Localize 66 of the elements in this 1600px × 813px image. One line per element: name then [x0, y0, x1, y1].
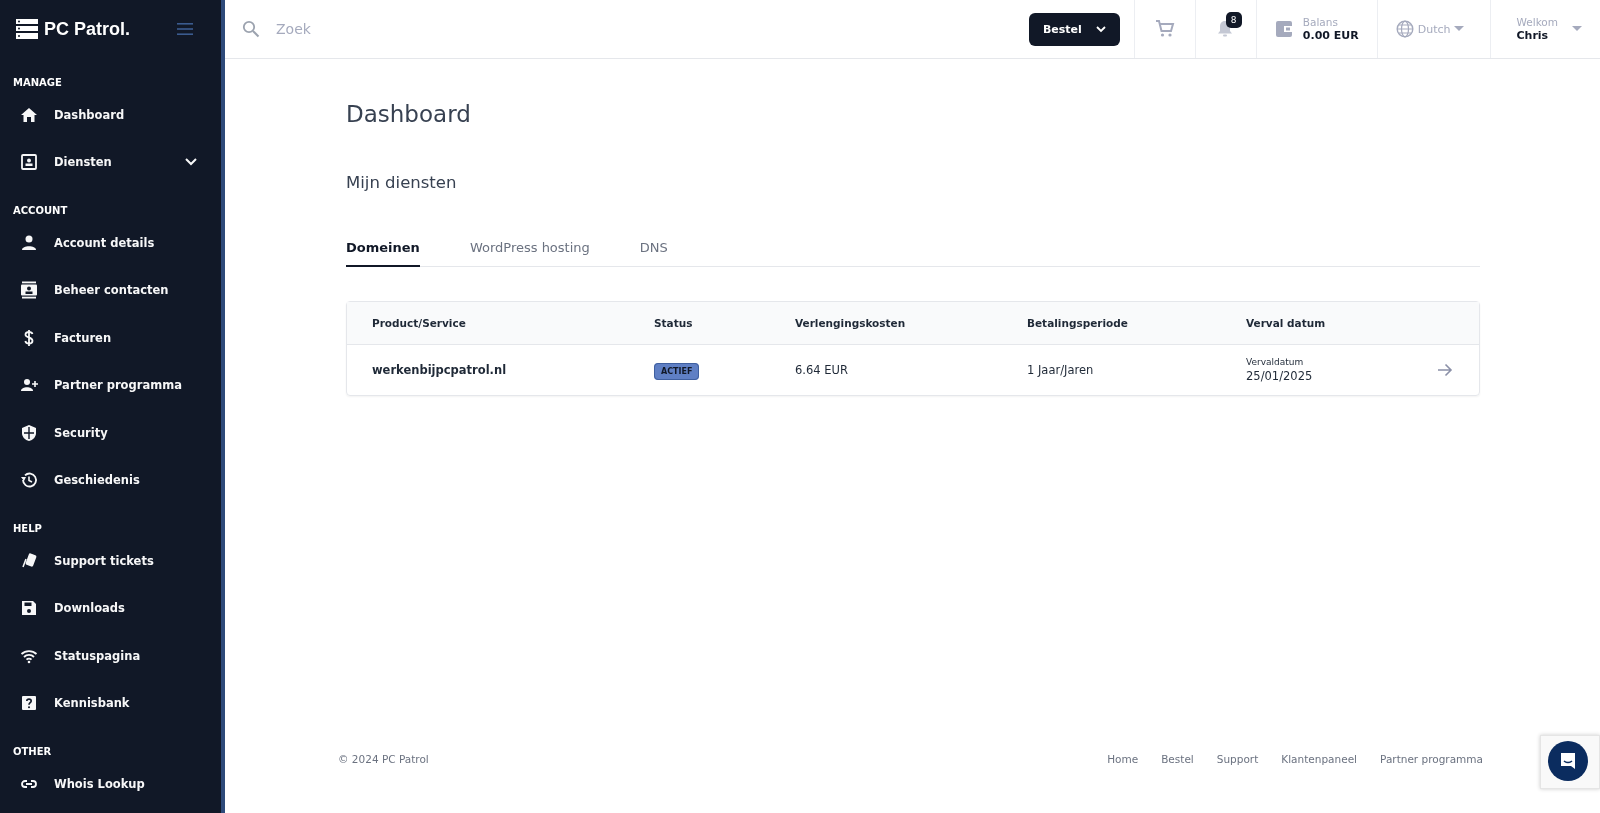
sidebar-item[interactable]: Facturen — [0, 314, 221, 362]
status-badge: ACTIEF — [654, 363, 700, 380]
server-logo-icon — [16, 19, 38, 39]
expiry-date: 25/01/2025 — [1246, 369, 1314, 383]
notification-count: 8 — [1225, 12, 1242, 28]
sidebar-item[interactable]: Whois Lookup — [0, 760, 221, 808]
menu-icon[interactable] — [177, 23, 193, 35]
sidebar-item[interactable]: Support tickets — [0, 537, 221, 585]
tickets-icon — [20, 551, 38, 570]
sidebar-item[interactable]: Account details — [0, 219, 221, 267]
person-icon — [20, 233, 38, 252]
column-header: Status — [654, 317, 694, 329]
home-icon — [20, 105, 38, 124]
table-cell-text: werkenbijpcpatrol.nl — [372, 363, 508, 377]
wallet-icon — [1274, 20, 1293, 38]
column-header: Verval datum — [1246, 317, 1327, 329]
sidebar-item[interactable]: Beheer contacten — [0, 266, 221, 314]
arrow-right-icon[interactable] — [1437, 363, 1453, 377]
contact-card-icon — [20, 153, 38, 172]
history-icon — [20, 471, 38, 490]
globe-icon — [1395, 20, 1414, 38]
footer-link[interactable]: Partner programma — [1380, 753, 1483, 765]
column-header: Product/Service — [372, 317, 467, 329]
chat-icon — [1558, 751, 1578, 771]
footer-link[interactable]: Bestel — [1161, 753, 1194, 765]
sidebar-item[interactable]: Statuspagina — [0, 632, 221, 680]
sidebar-item[interactable]: Downloads — [0, 584, 221, 632]
sidebar-item[interactable]: Kennisbank — [0, 679, 221, 727]
balance-value: 0.00 EUR — [1302, 28, 1359, 42]
search-icon — [242, 20, 260, 38]
logo-text: PC Patrol. — [44, 18, 132, 40]
address-book-icon — [20, 281, 38, 300]
section-title: Mijn diensten — [346, 173, 458, 192]
footer-link[interactable]: Klantenpaneel — [1281, 753, 1357, 765]
footer-link[interactable]: Home — [1107, 753, 1139, 765]
copyright-text: © 2024 PC Patrol — [338, 753, 429, 765]
caret-down-icon[interactable] — [1572, 26, 1582, 32]
sidebar-item[interactable]: Security — [0, 409, 221, 457]
expiry-label: Vervaldatum — [1246, 357, 1305, 367]
footer-link[interactable]: Support — [1216, 753, 1259, 765]
section-heading: OTHER — [12, 746, 53, 757]
page-title: Dashboard — [346, 101, 472, 127]
tab[interactable]: WordPress hosting — [469, 240, 590, 267]
order-button[interactable]: Bestel — [1028, 12, 1120, 46]
table-cell-text: 1 Jaar/Jaren — [1027, 363, 1095, 377]
caret-down-icon — [1454, 26, 1465, 32]
sidebar-item[interactable]: Geschiedenis — [0, 456, 221, 504]
table-cell-text: 6.64 EUR — [795, 363, 849, 377]
sidebar-item[interactable]: Diensten — [0, 138, 221, 186]
column-header: Verlengingskosten — [795, 317, 907, 329]
chevron-down-icon — [1095, 25, 1106, 33]
tab[interactable]: Domeinen — [346, 240, 420, 267]
column-header: Betalingsperiode — [1027, 317, 1129, 329]
section-heading: HELP — [12, 523, 43, 534]
section-heading: MANAGE — [12, 77, 63, 88]
section-heading: ACCOUNT — [12, 205, 69, 216]
balance-label: Balans — [1302, 16, 1339, 29]
welcome-label: Welkom — [1516, 16, 1558, 29]
user-name: Chris — [1516, 28, 1550, 42]
cart-icon[interactable] — [1154, 19, 1175, 39]
chevron-down-icon[interactable] — [185, 158, 197, 167]
question-icon — [20, 694, 38, 713]
sidebar-item[interactable]: Partner programma — [0, 361, 221, 409]
sidebar-item[interactable]: Dashboard — [0, 91, 221, 139]
shield-icon — [20, 423, 38, 442]
tab[interactable]: DNS — [639, 240, 668, 267]
